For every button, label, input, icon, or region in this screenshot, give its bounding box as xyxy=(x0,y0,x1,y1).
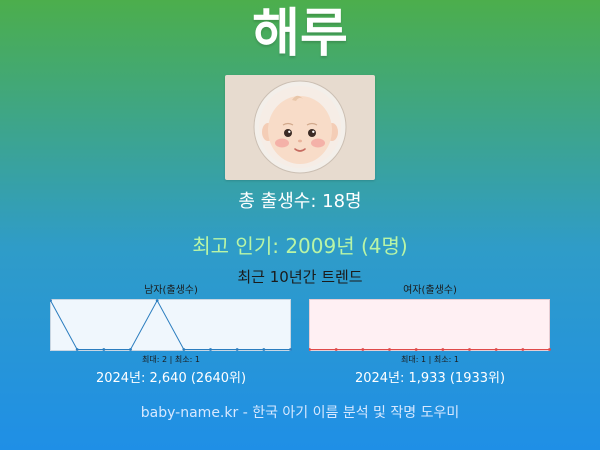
male-data-point xyxy=(209,348,212,351)
female-data-point xyxy=(388,348,391,351)
site-footer: baby-name.kr - 한국 아기 이름 분석 및 작명 도우미 xyxy=(140,405,460,421)
male-data-point xyxy=(182,348,186,351)
male-data-point xyxy=(289,348,292,351)
most-popular-year-stat: 최고 인기: 2009년 (4명) xyxy=(192,234,408,258)
baby-name-title: 해루 xyxy=(252,4,348,64)
female-data-point xyxy=(361,348,365,351)
female-chart-background xyxy=(309,299,550,351)
male-minmax-text: 최대: 2 | 최소: 1 xyxy=(142,355,200,364)
total-births-stat: 총 출생수: 18명 xyxy=(238,191,362,212)
male-data-point xyxy=(102,348,106,351)
female-trend-chart xyxy=(309,299,551,351)
male-data-point xyxy=(155,299,159,302)
male-2024-stat: 2024년: 2,640 (2640위) xyxy=(95,371,247,386)
male-data-point xyxy=(129,348,132,351)
male-trend-chart xyxy=(50,299,292,351)
female-2024-stat: 2024년: 1,933 (1933위) xyxy=(354,371,506,386)
male-chart-label: 남자(출생수) xyxy=(144,285,198,296)
female-data-point xyxy=(441,348,445,351)
baby-face-illustration xyxy=(253,80,347,174)
male-data-point xyxy=(235,348,239,351)
male-data-point xyxy=(75,348,79,351)
female-data-point xyxy=(548,348,551,351)
male-data-point xyxy=(262,348,266,351)
female-data-point xyxy=(494,348,498,351)
female-data-point xyxy=(521,348,525,351)
female-data-point xyxy=(414,348,418,351)
trend-section-title: 최근 10년간 트렌드 xyxy=(237,268,363,286)
female-data-point xyxy=(334,348,338,351)
female-data-point xyxy=(468,348,471,351)
avatar xyxy=(225,75,375,180)
female-minmax-text: 최대: 1 | 최소: 1 xyxy=(401,355,459,364)
female-chart-label: 여자(출생수) xyxy=(403,285,457,296)
